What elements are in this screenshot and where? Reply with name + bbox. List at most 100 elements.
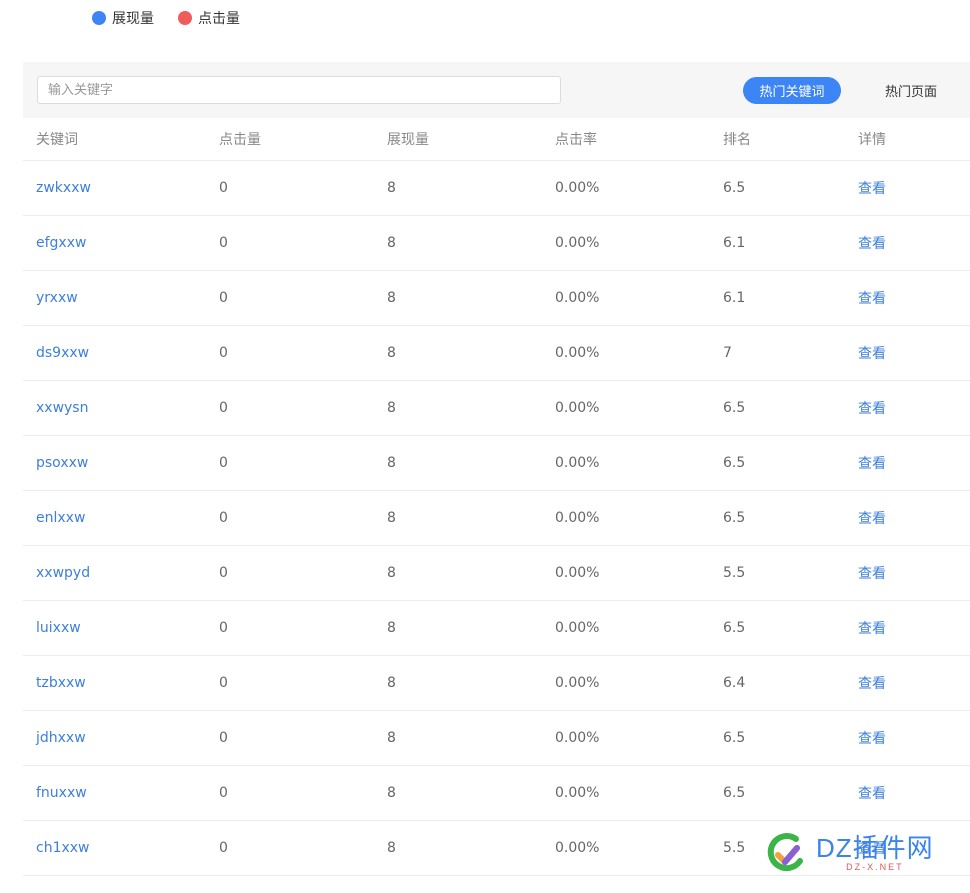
clicks-cell: 0 [219, 840, 228, 856]
keyword-link[interactable]: xxwpyd [36, 565, 90, 581]
tab-hot-pages[interactable]: 热门页面 [885, 77, 937, 104]
table-row: psoxxw 0 8 0.00% 6.5 查看 [23, 436, 970, 491]
impressions-cell: 8 [387, 840, 396, 856]
view-detail-link[interactable]: 查看 [858, 453, 886, 473]
legend-label-impressions: 展现量 [112, 11, 154, 27]
clicks-cell: 0 [219, 235, 228, 251]
keyword-table: 关键词 点击量 展现量 点击率 排名 详情 zwkxxw 0 8 0.00% 6.5 查看… [23, 118, 970, 876]
view-detail-link[interactable]: 查看 [858, 728, 886, 748]
rank-cell: 6.1 [723, 290, 746, 306]
impressions-cell: 8 [387, 510, 396, 526]
watermark-main-text: DZ插件网 [816, 832, 934, 863]
legend-item-impressions[interactable]: 展现量 [92, 8, 154, 28]
rank-cell: 6.4 [723, 675, 746, 691]
ctr-cell: 0.00% [555, 400, 600, 416]
header-clicks[interactable]: 点击量 [219, 129, 261, 149]
rank-cell: 5.5 [723, 840, 746, 856]
impressions-cell: 8 [387, 180, 396, 196]
rank-cell: 6.5 [723, 620, 746, 636]
view-detail-link[interactable]: 查看 [858, 673, 886, 693]
table-row: ds9xxw 0 8 0.00% 7 查看 [23, 326, 970, 381]
keyword-link[interactable]: xxwysn [36, 400, 88, 416]
keyword-link[interactable]: ds9xxw [36, 345, 89, 361]
rank-cell: 6.5 [723, 455, 746, 471]
table-row: jdhxxw 0 8 0.00% 6.5 查看 [23, 711, 970, 766]
impressions-cell: 8 [387, 675, 396, 691]
keyword-link[interactable]: efgxxw [36, 235, 86, 251]
view-detail-link[interactable]: 查看 [858, 343, 886, 363]
impressions-cell: 8 [387, 235, 396, 251]
impressions-cell: 8 [387, 565, 396, 581]
table-row: zwkxxw 0 8 0.00% 6.5 查看 [23, 161, 970, 216]
impressions-cell: 8 [387, 455, 396, 471]
table-row: fnuxxw 0 8 0.00% 6.5 查看 [23, 766, 970, 821]
header-rank[interactable]: 排名 [723, 129, 751, 149]
rank-cell: 6.5 [723, 180, 746, 196]
impressions-cell: 8 [387, 345, 396, 361]
impressions-cell: 8 [387, 730, 396, 746]
rank-cell: 5.5 [723, 565, 746, 581]
legend-dot-impressions [92, 11, 106, 25]
header-impressions[interactable]: 展现量 [387, 129, 429, 149]
table-row: enlxxw 0 8 0.00% 6.5 查看 [23, 491, 970, 546]
keyword-link[interactable]: zwkxxw [36, 180, 91, 196]
tab-hot-keywords[interactable]: 热门关键词 [743, 77, 841, 104]
keyword-link[interactable]: enlxxw [36, 510, 85, 526]
keyword-search-input[interactable] [37, 76, 561, 104]
clicks-cell: 0 [219, 180, 228, 196]
clicks-cell: 0 [219, 400, 228, 416]
table-row: xxwpyd 0 8 0.00% 5.5 查看 [23, 546, 970, 601]
table-body: zwkxxw 0 8 0.00% 6.5 查看 efgxxw 0 8 0.00% 6.1 查看 yrxx… [23, 161, 970, 876]
impressions-cell: 8 [387, 785, 396, 801]
keyword-link[interactable]: tzbxxw [36, 675, 86, 691]
dz-logo-icon [766, 831, 810, 875]
rank-cell: 6.5 [723, 400, 746, 416]
view-detail-link[interactable]: 查看 [858, 233, 886, 253]
ctr-cell: 0.00% [555, 510, 600, 526]
watermark-text: DZ插件网 DZ-X.NET [816, 834, 934, 873]
rank-cell: 6.5 [723, 730, 746, 746]
keyword-link[interactable]: luixxw [36, 620, 81, 636]
rank-cell: 7 [723, 345, 732, 361]
ctr-cell: 0.00% [555, 180, 600, 196]
clicks-cell: 0 [219, 510, 228, 526]
ctr-cell: 0.00% [555, 730, 600, 746]
ctr-cell: 0.00% [555, 235, 600, 251]
legend-label-clicks: 点击量 [198, 11, 240, 27]
view-detail-link[interactable]: 查看 [858, 508, 886, 528]
ctr-cell: 0.00% [555, 785, 600, 801]
watermark-sub-text: DZ-X.NET [846, 861, 904, 872]
header-detail: 详情 [858, 132, 886, 148]
view-detail-link[interactable]: 查看 [858, 783, 886, 803]
view-detail-link[interactable]: 查看 [858, 618, 886, 638]
table-row: luixxw 0 8 0.00% 6.5 查看 [23, 601, 970, 656]
ctr-cell: 0.00% [555, 565, 600, 581]
clicks-cell: 0 [219, 785, 228, 801]
keyword-link[interactable]: ch1xxw [36, 840, 90, 856]
view-detail-link[interactable]: 查看 [858, 398, 886, 418]
toolbar: 热门关键词 热门页面 [23, 62, 970, 118]
impressions-cell: 8 [387, 620, 396, 636]
view-detail-link[interactable]: 查看 [858, 288, 886, 308]
rank-cell: 6.5 [723, 510, 746, 526]
ctr-cell: 0.00% [555, 675, 600, 691]
legend-item-clicks[interactable]: 点击量 [178, 8, 240, 28]
ctr-cell: 0.00% [555, 455, 600, 471]
keyword-link[interactable]: fnuxxw [36, 785, 87, 801]
ctr-cell: 0.00% [555, 345, 600, 361]
header-keyword[interactable]: 关键词 [36, 129, 78, 149]
view-detail-link[interactable]: 查看 [858, 178, 886, 198]
clicks-cell: 0 [219, 290, 228, 306]
chart-legend: 展现量 点击量 [92, 8, 264, 28]
clicks-cell: 0 [219, 730, 228, 746]
clicks-cell: 0 [219, 675, 228, 691]
keyword-link[interactable]: psoxxw [36, 455, 88, 471]
clicks-cell: 0 [219, 620, 228, 636]
table-row: efgxxw 0 8 0.00% 6.1 查看 [23, 216, 970, 271]
header-ctr[interactable]: 点击率 [555, 129, 597, 149]
ctr-cell: 0.00% [555, 620, 600, 636]
keyword-link[interactable]: yrxxw [36, 290, 78, 306]
view-detail-link[interactable]: 查看 [858, 563, 886, 583]
impressions-cell: 8 [387, 400, 396, 416]
keyword-link[interactable]: jdhxxw [36, 730, 86, 746]
